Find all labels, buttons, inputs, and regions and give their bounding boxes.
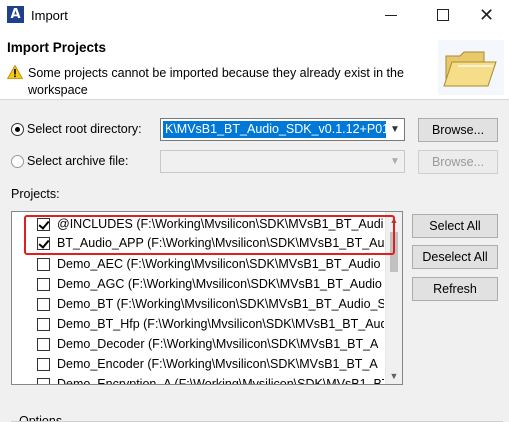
list-item[interactable]: Demo_AGC (F:\Working\Mvsilicon\SDK\MVsB1… — [12, 275, 384, 294]
project-name: Demo_BT_Hfp (F:\Working\Mvsilicon\SDK\MV… — [57, 317, 384, 331]
root-directory-value: K\MVsB1_BT_Audio_SDK_v0.1.12+P01 — [163, 121, 392, 138]
chevron-down-icon[interactable]: ▼ — [386, 119, 404, 140]
project-checkbox[interactable] — [37, 298, 50, 311]
window-title: Import — [31, 8, 68, 23]
annotation-highlight-box — [24, 215, 395, 255]
list-item[interactable]: Demo_Decoder (F:\Working\Mvsilicon\SDK\M… — [12, 335, 384, 354]
refresh-button[interactable]: Refresh — [412, 277, 498, 301]
archive-file-radio[interactable] — [11, 155, 24, 168]
project-name: Demo_AEC (F:\Working\Mvsilicon\SDK\MVsB1… — [57, 257, 381, 271]
select-all-button[interactable]: Select All — [412, 214, 498, 238]
project-checkbox[interactable] — [37, 318, 50, 331]
archive-file-label: Select archive file: — [27, 154, 129, 168]
archive-file-combo[interactable]: ▼ — [160, 150, 405, 173]
project-checkbox[interactable] — [37, 258, 50, 271]
project-name: Demo_Decoder (F:\Working\Mvsilicon\SDK\M… — [57, 337, 379, 351]
chevron-down-icon[interactable]: ▼ — [386, 368, 402, 384]
deselect-all-button[interactable]: Deselect All — [412, 245, 498, 269]
browse-directory-button[interactable]: Browse... — [418, 118, 498, 142]
root-directory-label: Select root directory: — [27, 122, 142, 136]
app-icon: A — [7, 6, 24, 23]
page-title: Import Projects — [7, 40, 107, 55]
root-directory-radio[interactable] — [11, 123, 24, 136]
list-item[interactable]: Demo_BT (F:\Working\Mvsilicon\SDK\MVsB1_… — [12, 295, 384, 314]
list-item[interactable]: Demo_Encoder (F:\Working\Mvsilicon\SDK\M… — [12, 355, 384, 374]
project-checkbox[interactable] — [37, 358, 50, 371]
project-name: Demo_Encoder (F:\Working\Mvsilicon\SDK\M… — [57, 357, 378, 371]
chevron-down-icon[interactable]: ▼ — [386, 151, 404, 172]
list-item[interactable]: Demo_Encryption_A (F:\Working\Mvsilicon\… — [12, 375, 384, 385]
close-button[interactable]: ✕ — [464, 0, 509, 31]
minimize-button[interactable] — [385, 15, 397, 16]
header-message: Some projects cannot be imported because… — [28, 66, 404, 97]
project-checkbox[interactable] — [37, 338, 50, 351]
project-name: Demo_BT (F:\Working\Mvsilicon\SDK\MVsB1_… — [57, 297, 384, 311]
maximize-button[interactable] — [437, 9, 449, 21]
project-checkbox[interactable] — [37, 378, 50, 384]
project-name: Demo_Encryption_A (F:\Working\Mvsilicon\… — [57, 377, 384, 385]
list-item[interactable]: Demo_AEC (F:\Working\Mvsilicon\SDK\MVsB1… — [12, 255, 384, 274]
wizard-header: Import Projects Some projects cannot be … — [0, 31, 509, 100]
warning-icon — [7, 65, 23, 79]
list-item[interactable]: Demo_BT_Hfp (F:\Working\Mvsilicon\SDK\MV… — [12, 315, 384, 334]
title-bar: A Import ✕ — [0, 0, 509, 31]
projects-label: Projects: — [11, 187, 60, 201]
project-checkbox[interactable] — [37, 278, 50, 291]
browse-archive-button[interactable]: Browse... — [418, 150, 498, 174]
folder-banner-icon — [438, 40, 504, 95]
root-directory-combo[interactable]: K\MVsB1_BT_Audio_SDK_v0.1.12+P01 ▼ — [160, 118, 405, 141]
project-name: Demo_AGC (F:\Working\Mvsilicon\SDK\MVsB1… — [57, 277, 382, 291]
